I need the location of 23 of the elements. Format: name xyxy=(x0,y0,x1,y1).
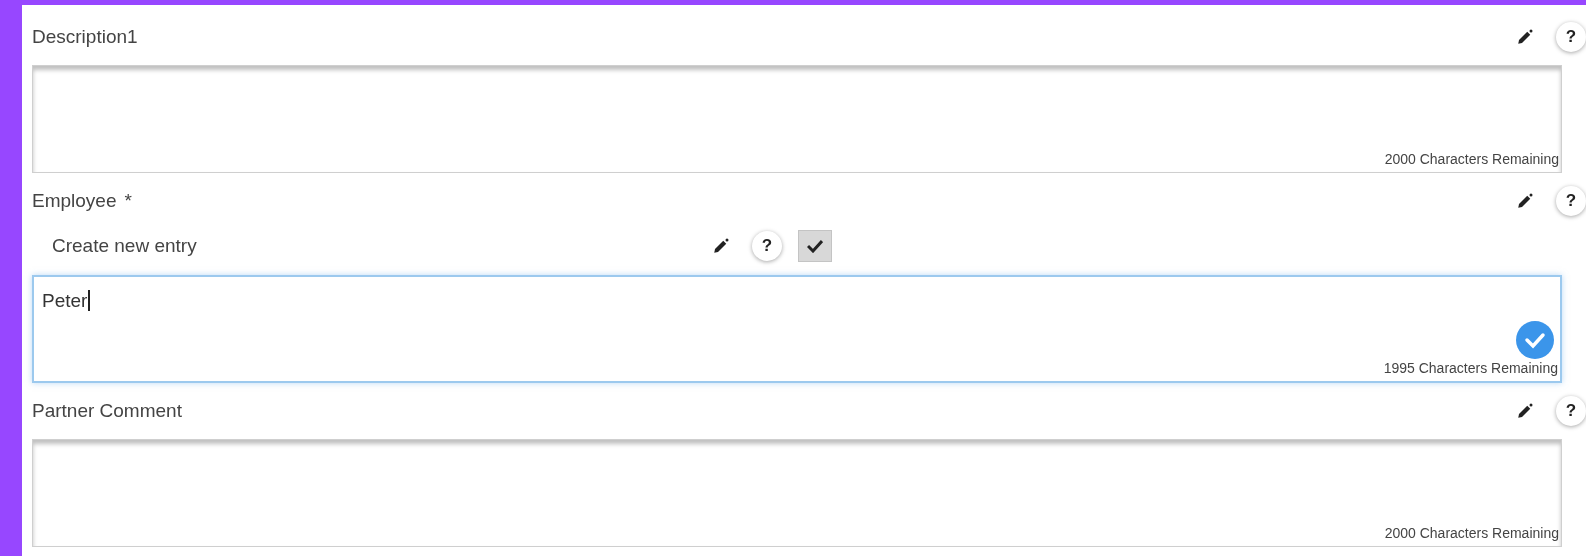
character-counter: 1995 Characters Remaining xyxy=(1383,359,1558,378)
text-area[interactable]: 2000 Characters Remaining xyxy=(32,65,1562,173)
help-button[interactable]: ? xyxy=(1556,22,1586,52)
checkbox[interactable] xyxy=(798,230,832,262)
field-label: Employee xyxy=(32,188,117,213)
help-button[interactable]: ? xyxy=(752,231,782,261)
pencil-icon[interactable] xyxy=(1516,28,1534,46)
character-counter: 2000 Characters Remaining xyxy=(1384,524,1559,543)
field-value: Peter xyxy=(42,290,91,311)
help-button[interactable]: ? xyxy=(1556,186,1586,216)
option-label: Create new entry xyxy=(52,233,198,258)
pencil-icon[interactable] xyxy=(1516,192,1534,210)
check-badge-icon xyxy=(1516,321,1554,359)
pencil-icon[interactable] xyxy=(712,237,730,255)
pencil-icon[interactable] xyxy=(1516,402,1534,420)
character-counter: 2000 Characters Remaining xyxy=(1384,150,1559,169)
field-label: Partner Comment xyxy=(32,398,182,423)
help-button[interactable]: ? xyxy=(1556,396,1586,426)
field-label: Description1 xyxy=(32,24,138,49)
check-icon xyxy=(807,239,823,253)
required-mark: * xyxy=(124,188,132,213)
text-area[interactable]: Peter 1995 Characters Remaining xyxy=(32,275,1562,383)
text-area[interactable]: 2000 Characters Remaining xyxy=(32,439,1562,547)
